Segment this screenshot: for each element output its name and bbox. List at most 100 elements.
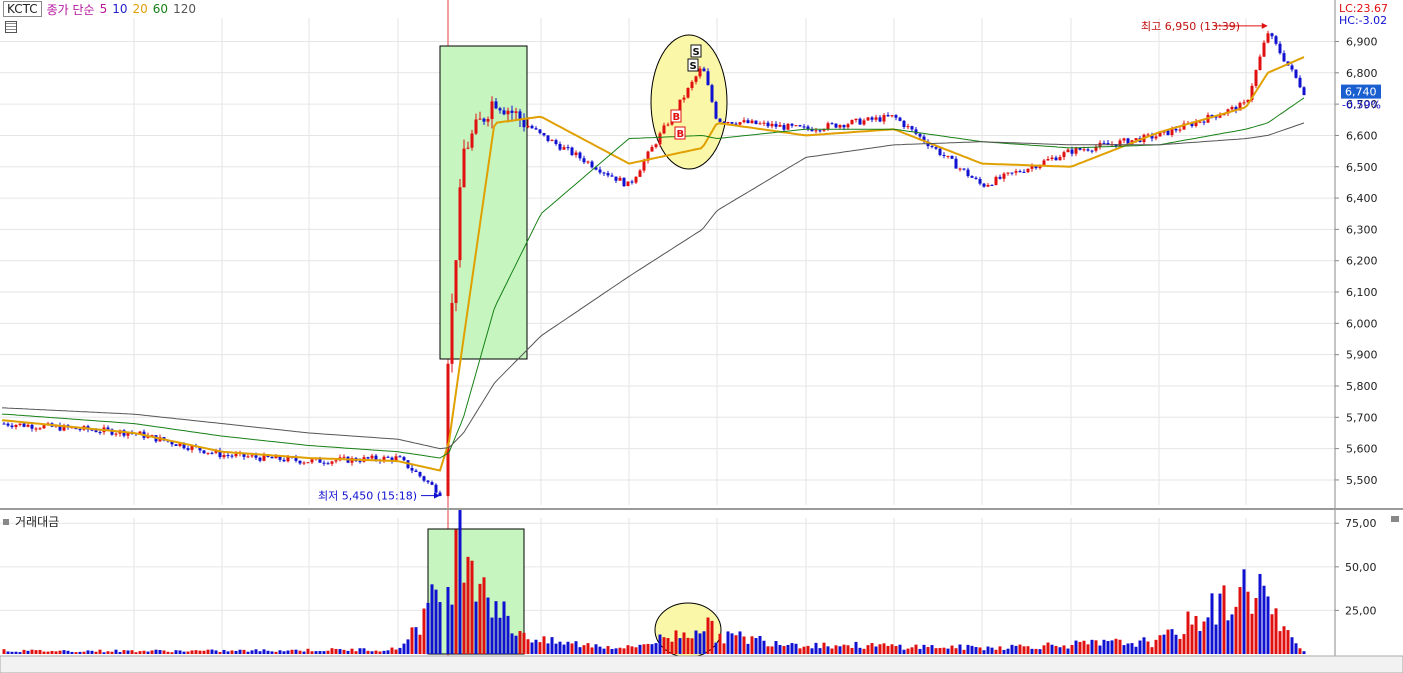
volume-bar xyxy=(378,651,382,654)
volume-bar xyxy=(1086,644,1090,654)
candle-down xyxy=(538,129,542,134)
candle-up xyxy=(474,119,478,134)
candle-down xyxy=(1090,150,1094,152)
volume-bar xyxy=(186,651,190,654)
ma-60-label: 60 xyxy=(152,2,169,16)
volume-bar xyxy=(614,648,618,654)
high-arrow-icon xyxy=(1261,22,1268,29)
volume-bar xyxy=(294,649,298,654)
candle-down xyxy=(554,140,558,145)
candle-up xyxy=(1030,166,1034,169)
candle-down xyxy=(902,120,906,128)
candle-down xyxy=(270,456,274,459)
volume-bar xyxy=(1222,585,1226,654)
volume-bar xyxy=(1198,631,1202,654)
volume-bar xyxy=(1122,645,1126,654)
candle-down xyxy=(966,169,970,177)
volume-bar xyxy=(330,648,334,654)
volume-bar xyxy=(882,643,886,654)
volume-bar xyxy=(558,641,562,654)
candle-down xyxy=(990,184,994,186)
candle-down xyxy=(978,178,982,184)
candle-down xyxy=(94,430,98,433)
candle-up xyxy=(234,453,238,457)
ma-5-label: 5 xyxy=(99,2,108,16)
volume-tick-label: 75,00 xyxy=(1345,517,1377,530)
grid-toggle-icon[interactable] xyxy=(5,21,17,33)
candle-down xyxy=(1010,172,1014,174)
volume-bar xyxy=(502,601,506,654)
volume-bar xyxy=(906,648,910,654)
price-tick-label: 6,900 xyxy=(1346,35,1378,48)
volume-bar xyxy=(122,650,126,654)
volume-bar xyxy=(438,602,442,654)
volume-bar xyxy=(806,645,810,654)
volume-bar xyxy=(14,651,18,654)
candle-up xyxy=(866,117,870,121)
volume-bar xyxy=(130,650,134,654)
volume-bar xyxy=(42,651,46,654)
volume-bar xyxy=(102,652,106,654)
volume-bar xyxy=(1274,608,1278,654)
candle-up xyxy=(450,302,454,364)
volume-bar xyxy=(1278,631,1282,654)
volume-bar xyxy=(346,650,350,654)
candle-up xyxy=(26,424,30,427)
candle-up xyxy=(1026,168,1030,173)
candle-down xyxy=(494,101,498,109)
price-tick-label: 5,800 xyxy=(1346,380,1378,393)
candle-down xyxy=(186,448,190,450)
candle-down xyxy=(254,455,258,458)
candle-down xyxy=(1278,43,1282,54)
volume-bar xyxy=(426,602,430,654)
volume-bar xyxy=(730,633,734,654)
candle-down xyxy=(798,125,802,127)
volume-bar xyxy=(1142,637,1146,654)
candle-up xyxy=(770,123,774,127)
candle-down xyxy=(542,133,546,136)
candle-up xyxy=(642,160,646,171)
candle-down xyxy=(870,117,874,120)
volume-bar xyxy=(638,644,642,654)
candle-down xyxy=(1086,149,1090,151)
candle-down xyxy=(582,158,586,163)
sell-marker: S xyxy=(693,47,700,58)
volume-bar xyxy=(306,648,310,654)
volume-bar xyxy=(998,646,1002,654)
candle-up xyxy=(1262,42,1266,57)
candle-down xyxy=(894,115,898,118)
buy-marker: B xyxy=(673,112,681,123)
volume-bar xyxy=(602,648,606,654)
volume-bar xyxy=(166,651,170,654)
volume-bar xyxy=(574,641,578,654)
volume-bar xyxy=(114,649,118,654)
volume-tick-label: 50,00 xyxy=(1345,561,1377,574)
candle-down xyxy=(402,457,406,461)
volume-bar xyxy=(150,650,154,654)
candle-down xyxy=(782,124,786,130)
volume-bar xyxy=(1150,647,1154,654)
volume-bar xyxy=(138,651,142,654)
volume-bars xyxy=(2,510,1306,654)
candle-up xyxy=(678,99,682,112)
candle-down xyxy=(366,457,370,459)
candle-up xyxy=(698,68,702,77)
symbol-box[interactable]: KCTC xyxy=(3,1,42,17)
volume-bar xyxy=(782,645,786,654)
candle-down xyxy=(570,147,574,155)
candle-up xyxy=(690,81,694,88)
volume-bar xyxy=(930,645,934,654)
candle-up xyxy=(758,123,762,125)
candle-down xyxy=(10,425,14,428)
volume-bar xyxy=(1022,646,1026,654)
candle-down xyxy=(858,118,862,125)
sell-marker: S xyxy=(690,61,697,72)
volume-bar xyxy=(974,647,978,654)
volume-bar xyxy=(230,650,234,654)
volume-bar xyxy=(286,650,290,654)
price-volume-chart[interactable]: 5,500 5,600 5,700 5,800 5,900 6,000 6,100 6,200… xyxy=(0,0,1403,673)
volume-bar xyxy=(630,646,634,654)
volume-bar xyxy=(958,644,962,654)
candle-up xyxy=(882,115,886,122)
volume-bar xyxy=(414,627,418,654)
